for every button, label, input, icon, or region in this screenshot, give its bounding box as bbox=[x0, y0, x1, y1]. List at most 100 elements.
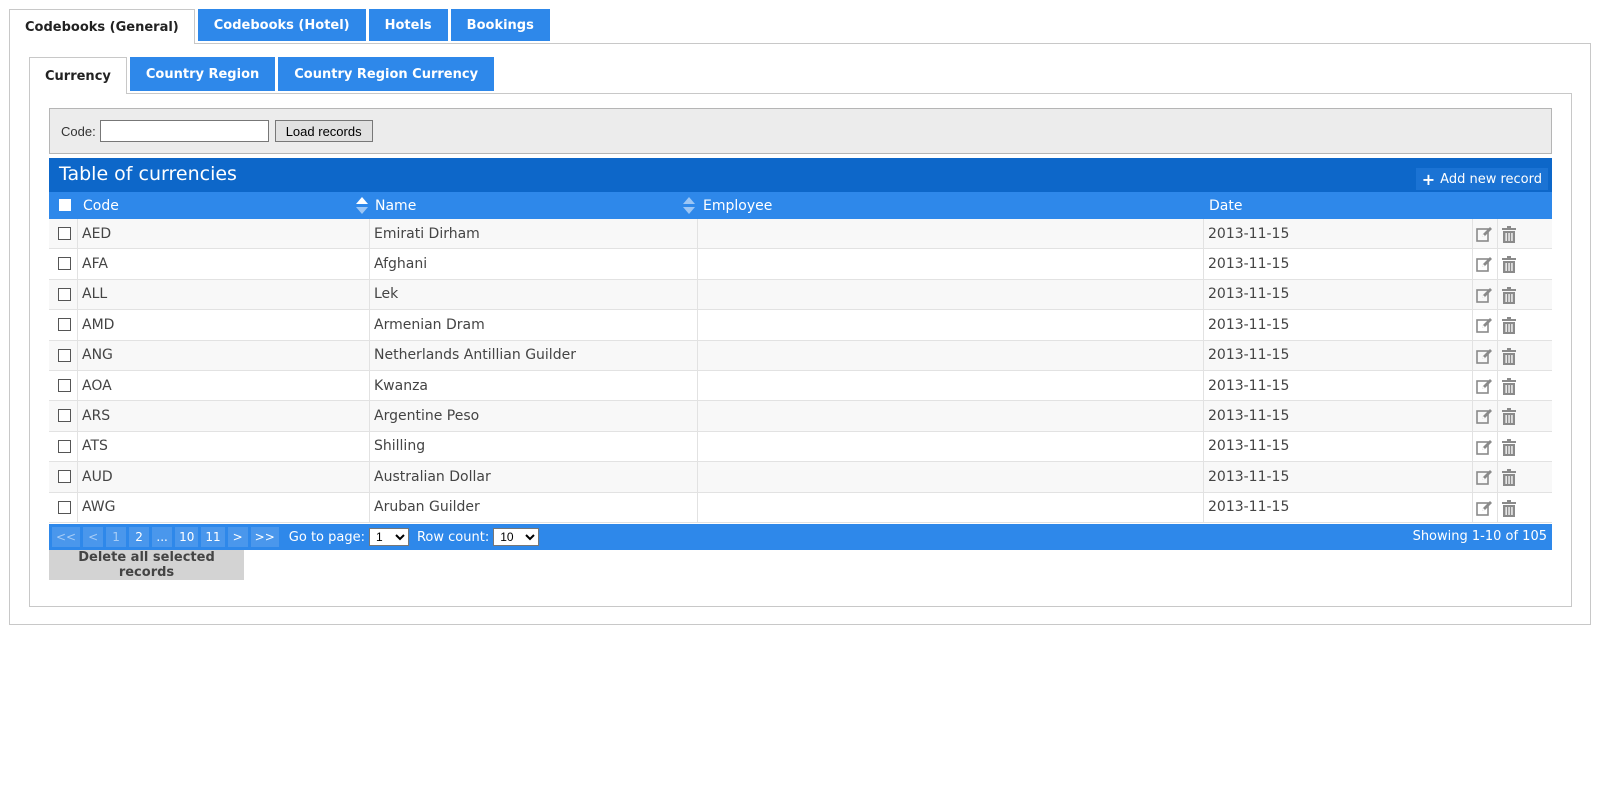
cell-name: Lek bbox=[374, 286, 399, 303]
table-row: ATS Shilling 2013-11-15 bbox=[49, 431, 1552, 463]
row-count-select[interactable]: 10 bbox=[493, 528, 540, 546]
filter-bar: Code: Load records bbox=[49, 108, 1552, 154]
cell-code: ALL bbox=[82, 286, 108, 303]
add-new-record-button[interactable]: + Add new record bbox=[1415, 168, 1548, 190]
pager-page-11-button[interactable]: 11 bbox=[201, 527, 225, 547]
edit-icon[interactable] bbox=[1476, 317, 1492, 334]
pager-bar: << <1 2... 10 11 > >> Go to page: 1 Row count:… bbox=[49, 524, 1552, 550]
plus-icon: + bbox=[1421, 169, 1436, 189]
trash-icon[interactable] bbox=[1501, 256, 1517, 274]
cell-date: 2013-11-15 bbox=[1208, 408, 1290, 425]
pager-buttons: << <1 2... 10 11 > >> bbox=[49, 527, 279, 547]
column-header-name[interactable]: Name bbox=[375, 192, 416, 219]
row-checkbox[interactable] bbox=[58, 378, 71, 392]
column-header-employee: Employee bbox=[703, 197, 773, 214]
cell-name: Armenian Dram bbox=[374, 316, 485, 333]
main-tab-bar: Codebooks (General) Codebooks (Hotel) Hote… bbox=[9, 9, 553, 44]
cell-name: Emirati Dirham bbox=[374, 225, 480, 242]
edit-icon[interactable] bbox=[1476, 256, 1492, 273]
sort-name-icon[interactable] bbox=[683, 197, 695, 214]
code-filter-label: Code: bbox=[61, 123, 96, 139]
edit-icon[interactable] bbox=[1476, 287, 1492, 304]
cell-name: Kwanza bbox=[374, 377, 429, 394]
table-row: AED Emirati Dirham 2013-11-15 bbox=[49, 219, 1552, 250]
cell-date: 2013-11-15 bbox=[1208, 256, 1290, 273]
go-to-page-select[interactable]: 1 bbox=[368, 528, 409, 546]
row-checkbox[interactable] bbox=[58, 470, 71, 484]
cell-name: Afghani bbox=[374, 256, 428, 273]
row-checkbox[interactable] bbox=[58, 257, 71, 271]
tab-bookings[interactable]: Bookings bbox=[450, 9, 550, 41]
cell-date: 2013-11-15 bbox=[1208, 438, 1290, 455]
row-checkbox[interactable] bbox=[58, 439, 71, 453]
trash-icon[interactable] bbox=[1501, 347, 1517, 365]
sub-tab-bar: Currency Country Region Country Region Cur… bbox=[29, 57, 497, 94]
cell-date: 2013-11-15 bbox=[1208, 316, 1290, 333]
table-row: AMD Armenian Dram 2013-11-15 bbox=[49, 310, 1552, 341]
currency-tab-panel: Code: Load records Table of currencies +… bbox=[29, 93, 1572, 607]
select-all-checkbox[interactable] bbox=[59, 199, 71, 211]
load-records-button[interactable]: Load records bbox=[274, 120, 373, 142]
table-row: AFA Afghani 2013-11-15 bbox=[49, 249, 1552, 280]
row-checkbox[interactable] bbox=[58, 409, 71, 423]
row-checkbox[interactable] bbox=[58, 348, 71, 362]
trash-icon[interactable] bbox=[1501, 226, 1517, 243]
subtab-country-region[interactable]: Country Region bbox=[129, 57, 276, 91]
row-checkbox[interactable] bbox=[58, 287, 71, 301]
edit-icon[interactable] bbox=[1476, 378, 1492, 395]
trash-icon[interactable] bbox=[1501, 499, 1517, 517]
pager-ellipsis-button[interactable]: ... bbox=[152, 527, 173, 547]
cell-name: Australian Dollar bbox=[374, 468, 491, 485]
pager-prev-page-button: < bbox=[83, 527, 104, 547]
cell-date: 2013-11-15 bbox=[1208, 347, 1290, 364]
edit-icon[interactable] bbox=[1476, 439, 1492, 456]
row-checkbox[interactable] bbox=[58, 318, 71, 332]
column-header-code[interactable]: Code bbox=[83, 192, 119, 219]
cell-code: AUD bbox=[82, 468, 113, 485]
table-row: AUD Australian Dollar 2013-11-15 bbox=[49, 462, 1552, 493]
trash-icon[interactable] bbox=[1501, 438, 1517, 456]
pager-page-10-button[interactable]: 10 bbox=[175, 527, 199, 547]
delete-all-selected-button[interactable]: Delete all selected records bbox=[49, 550, 244, 580]
cell-name: Netherlands Antillian Guilder bbox=[374, 347, 576, 364]
sort-code-icon[interactable] bbox=[356, 197, 368, 214]
table-row: ANG Netherlands Antillian Guilder 2013-11-… bbox=[49, 340, 1552, 371]
table-body: AED Emirati Dirham 2013-11-15 AFA Afghani 201… bbox=[49, 219, 1552, 523]
table-row: AWG Aruban Guilder 2013-11-15 bbox=[49, 492, 1552, 523]
edit-icon[interactable] bbox=[1476, 348, 1492, 365]
row-count-label: Row count: bbox=[416, 529, 490, 545]
cell-date: 2013-11-15 bbox=[1208, 286, 1290, 303]
code-filter-input[interactable] bbox=[99, 120, 269, 142]
tab-hotels[interactable]: Hotels bbox=[368, 9, 448, 41]
pager-last-page-button[interactable]: >> bbox=[250, 527, 279, 547]
subtab-country-region-currency[interactable]: Country Region Currency bbox=[278, 57, 495, 91]
edit-icon[interactable] bbox=[1476, 469, 1492, 486]
edit-icon[interactable] bbox=[1476, 226, 1492, 243]
cell-code: AED bbox=[82, 225, 112, 242]
row-checkbox[interactable] bbox=[58, 500, 71, 514]
trash-icon[interactable] bbox=[1501, 408, 1517, 426]
cell-name: Argentine Peso bbox=[374, 408, 480, 425]
cell-name: Shilling bbox=[374, 438, 426, 455]
go-to-page-label: Go to page: bbox=[288, 529, 365, 545]
subtab-currency[interactable]: Currency bbox=[29, 57, 127, 94]
table-row: ALL Lek 2013-11-15 bbox=[49, 279, 1552, 311]
edit-icon[interactable] bbox=[1476, 500, 1492, 517]
trash-icon[interactable] bbox=[1501, 317, 1517, 335]
trash-icon[interactable] bbox=[1501, 377, 1517, 395]
cell-name: Aruban Guilder bbox=[374, 499, 480, 516]
showing-records-label: Showing 1-10 of 105 bbox=[1412, 529, 1547, 544]
trash-icon[interactable] bbox=[1501, 469, 1517, 487]
tab-codebooks-hotel[interactable]: Codebooks (Hotel) bbox=[197, 9, 366, 41]
pager-page-2-button[interactable]: 2 bbox=[129, 527, 150, 547]
cell-code: AOA bbox=[82, 377, 112, 394]
trash-icon[interactable] bbox=[1501, 286, 1517, 304]
pager-next-page-button[interactable]: > bbox=[227, 527, 248, 547]
row-checkbox[interactable] bbox=[58, 227, 71, 240]
cell-code: AMD bbox=[82, 316, 115, 333]
edit-icon[interactable] bbox=[1476, 408, 1492, 425]
tab-codebooks-general[interactable]: Codebooks (General) bbox=[9, 9, 195, 44]
cell-code: ATS bbox=[82, 438, 108, 455]
cell-code: ARS bbox=[82, 408, 111, 425]
cell-code: ANG bbox=[82, 347, 113, 364]
